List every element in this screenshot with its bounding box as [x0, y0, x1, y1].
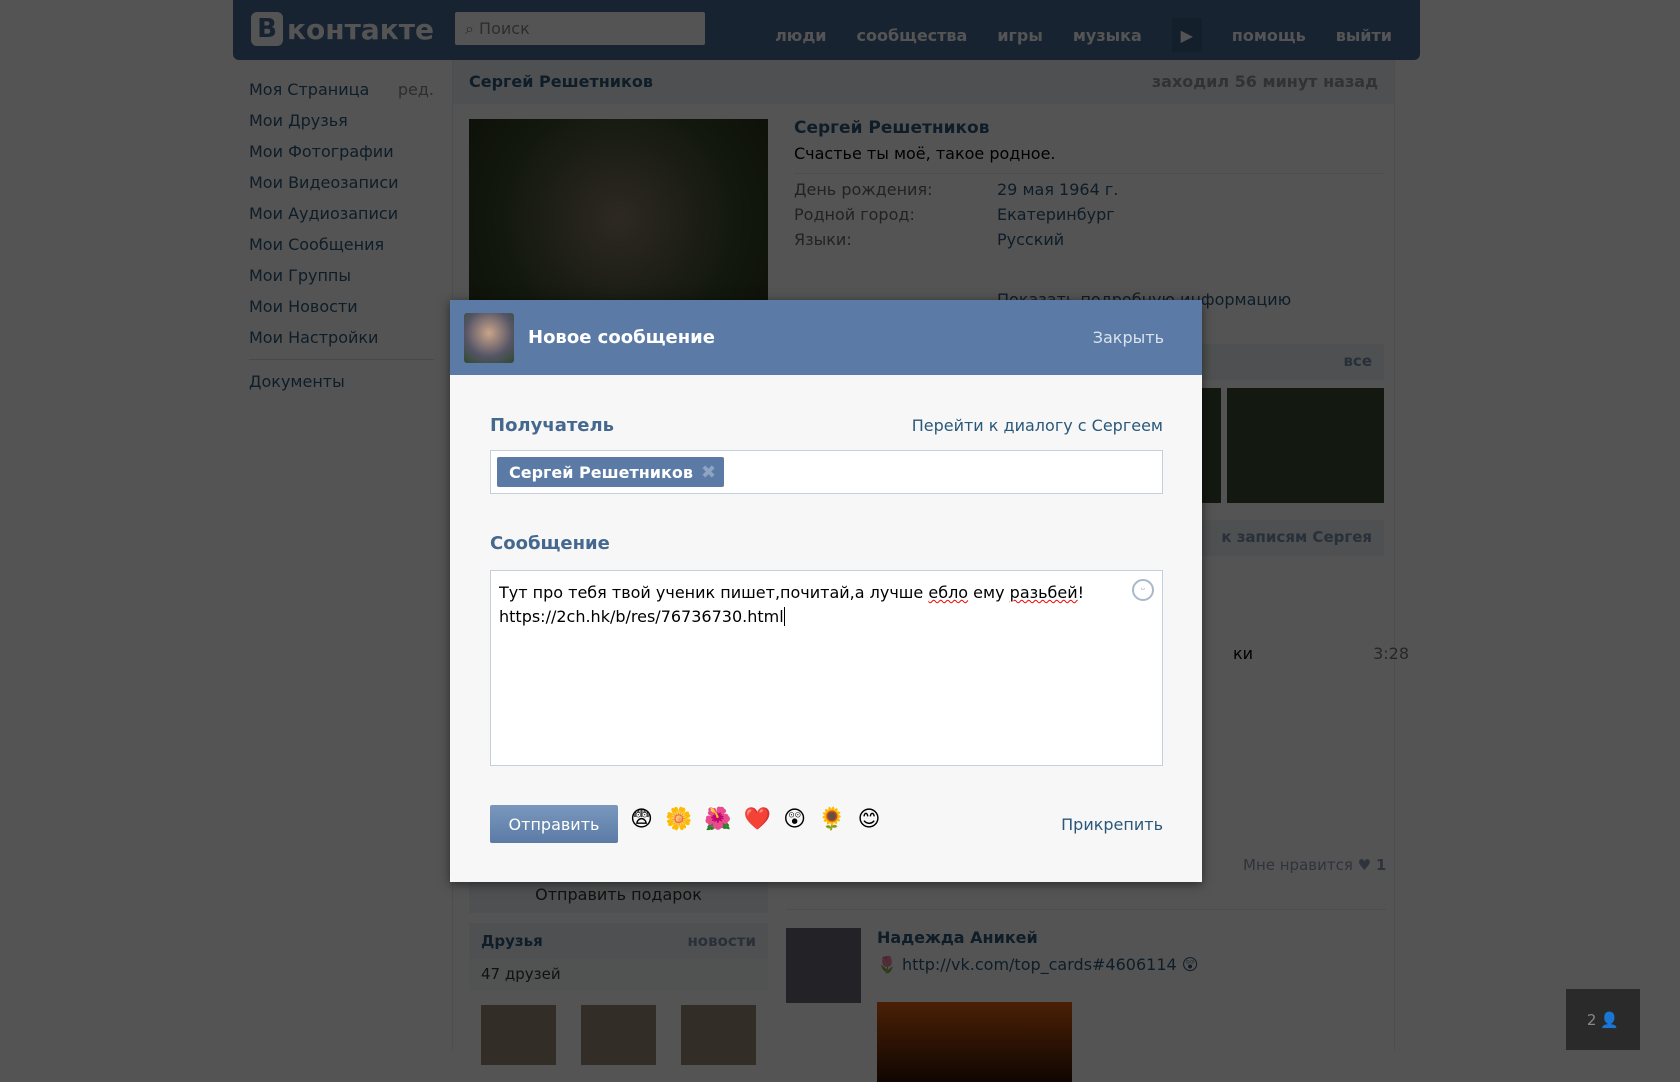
friend-avatar[interactable]	[481, 1005, 556, 1065]
emoji-icon: 😲	[1181, 955, 1199, 974]
smiley-picker-icon[interactable]: ᵕ	[1132, 579, 1154, 601]
nav-logout[interactable]: выйти	[1336, 26, 1392, 45]
profile-status: Счастье ты моё, такое родное.	[794, 144, 1384, 174]
dialog-title: Новое сообщение	[528, 327, 715, 348]
emoji-daisy-icon[interactable]: 🌼	[665, 807, 692, 832]
emoji-hibiscus-icon[interactable]: 🌺	[704, 807, 731, 832]
post-avatar[interactable]	[786, 928, 861, 1003]
emoji-smile-icon[interactable]: 😊	[858, 807, 881, 832]
post-author[interactable]: Надежда Аникей	[877, 928, 1198, 947]
send-button[interactable]: Отправить	[490, 805, 618, 843]
message-textarea[interactable]: Тут про тебя твой ученик пишет,почитай,а…	[490, 570, 1163, 766]
attach-link[interactable]: Прикрепить	[1061, 815, 1163, 834]
go-to-dialog-link[interactable]: Перейти к диалогу с Сергеем	[912, 416, 1163, 435]
menu-documents[interactable]: Документы	[249, 366, 434, 397]
profile-name: Сергей Решетников	[794, 118, 990, 138]
emoji-scared-icon[interactable]: 😨	[630, 807, 653, 832]
friend-avatar[interactable]	[681, 1005, 756, 1065]
play-icon[interactable]: ▶	[1171, 18, 1202, 52]
message-label: Сообщение	[490, 533, 610, 554]
menu-settings[interactable]: Мои Настройки	[249, 322, 434, 353]
post-image[interactable]	[877, 1002, 1072, 1082]
divider	[249, 359, 434, 360]
menu-messages[interactable]: Мои Сообщения	[249, 229, 434, 260]
search-icon: ⌕	[465, 19, 480, 38]
user-icon: 👤	[1600, 1010, 1620, 1029]
heart-icon: ♥	[1357, 856, 1372, 874]
tulip-icon: 🌷	[877, 955, 897, 974]
quick-emoji-bar: 😨 🌼 🌺 ❤️ 😲 🌻 😊	[630, 807, 880, 832]
online-friends-widget[interactable]: 2 👤	[1566, 989, 1640, 1050]
last-seen: заходил 56 минут назад	[1151, 72, 1378, 91]
new-message-dialog: Новое сообщение Закрыть Получатель Перейт…	[450, 300, 1202, 882]
emoji-sunflower-icon[interactable]: 🌻	[818, 807, 845, 832]
friends-block: Друзья новости 47 друзей	[469, 923, 768, 1079]
recipient-avatar	[464, 312, 514, 363]
nav-help[interactable]: помощь	[1232, 26, 1306, 45]
dialog-header: Новое сообщение Закрыть	[450, 300, 1202, 375]
top-header: Вконтакте ⌕ Поиск люди сообщества игры м…	[233, 0, 1420, 60]
remove-recipient-icon[interactable]: ✖	[701, 462, 716, 483]
recipient-token: Сергей Решетников ✖	[497, 457, 725, 487]
menu-news[interactable]: Мои Новости	[249, 291, 434, 322]
wall-post: Надежда Аникей 🌷 http://vk.com/top_cards…	[786, 909, 1386, 1082]
nav-communities[interactable]: сообщества	[856, 26, 967, 45]
left-menu: Моя Страница ред. Мои Друзья Мои Фотограф…	[249, 74, 434, 397]
close-button[interactable]: Закрыть	[1093, 328, 1164, 347]
menu-videos[interactable]: Мои Видеозаписи	[249, 167, 434, 198]
photo-thumb[interactable]	[1227, 388, 1384, 503]
menu-photos[interactable]: Мои Фотографии	[249, 136, 434, 167]
menu-groups[interactable]: Мои Группы	[249, 260, 434, 291]
recipient-input[interactable]: Сергей Решетников ✖	[490, 450, 1163, 494]
menu-audio[interactable]: Мои Аудиозаписи	[249, 198, 434, 229]
emoji-astonished-icon[interactable]: 😲	[783, 807, 806, 832]
top-nav: люди сообщества игры музыка ▶ помощь вый…	[775, 18, 1392, 52]
nav-games[interactable]: игры	[997, 26, 1043, 45]
menu-friends[interactable]: Мои Друзья	[249, 105, 434, 136]
nav-people[interactable]: люди	[775, 26, 826, 45]
audio-item[interactable]: ки 3:28	[1233, 644, 1409, 663]
profile-info: Сергей Решетников Счастье ты моё, такое …	[794, 118, 1384, 249]
vk-logo[interactable]: Вконтакте	[251, 12, 434, 46]
friend-avatar[interactable]	[581, 1005, 656, 1065]
nav-music[interactable]: музыка	[1073, 26, 1142, 45]
menu-my-page[interactable]: Моя Страница	[249, 74, 369, 105]
profile-topbar: Сергей Решетников заходил 56 минут назад	[453, 60, 1394, 104]
search-input[interactable]: ⌕ Поиск	[455, 12, 705, 45]
emoji-heart-icon[interactable]: ❤️	[744, 807, 771, 832]
like-button[interactable]: Мне нравится ♥ 1	[1243, 856, 1386, 874]
edit-link[interactable]: ред.	[398, 74, 434, 105]
recipient-label: Получатель	[490, 415, 615, 436]
post-link[interactable]: http://vk.com/top_cards#4606114	[902, 955, 1177, 974]
